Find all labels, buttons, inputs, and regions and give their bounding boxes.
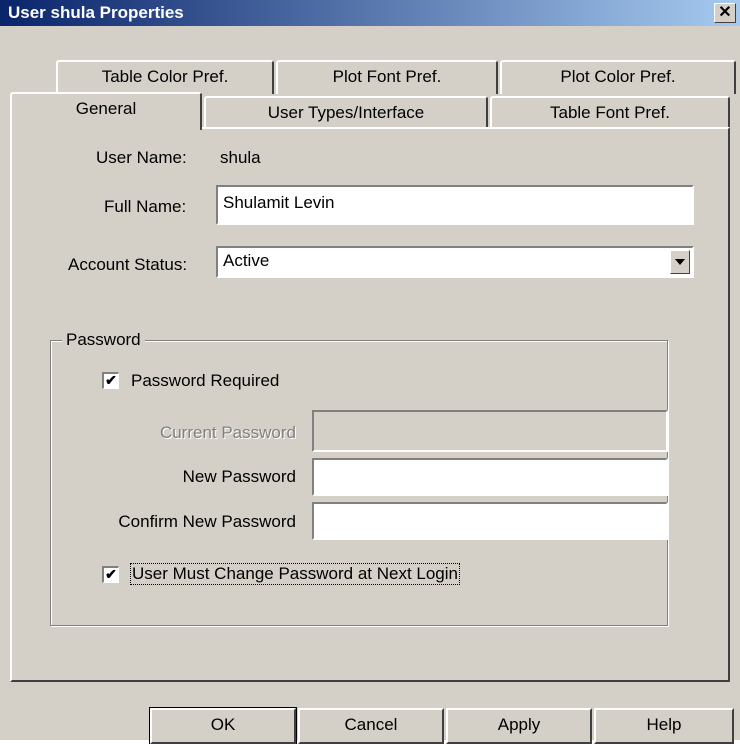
cancel-button-label: Cancel xyxy=(344,715,398,734)
chevron-down-icon xyxy=(675,259,685,265)
user-name-value: shula xyxy=(220,148,261,167)
tab-table-color-pref[interactable]: Table Color Pref. xyxy=(56,60,274,94)
account-status-value: Active xyxy=(223,251,270,270)
tab-label: Table Color Pref. xyxy=(101,67,229,86)
password-required-label[interactable]: Password Required xyxy=(131,371,279,391)
user-name-label: User Name: xyxy=(96,148,187,167)
window-title: User shula Properties xyxy=(8,3,184,22)
ok-button[interactable]: OK xyxy=(149,707,297,744)
current-password-label: Current Password xyxy=(159,423,296,442)
new-password-label: New Password xyxy=(182,467,296,486)
check-icon: ✔ xyxy=(105,372,117,388)
apply-button-label: Apply xyxy=(497,715,541,734)
help-button-label: Help xyxy=(646,715,682,734)
tab-label: Plot Font Pref. xyxy=(332,67,442,86)
close-button[interactable]: ✕ xyxy=(714,3,736,23)
must-change-password-checkbox[interactable]: ✔ xyxy=(102,566,119,583)
account-status-label: Account Status: xyxy=(68,255,188,274)
tab-label: User Types/Interface xyxy=(267,103,425,122)
check-icon: ✔ xyxy=(105,566,117,582)
ok-button-label: OK xyxy=(210,715,236,734)
full-name-label: Full Name: xyxy=(104,197,187,216)
title-bar: User shula Properties ✕ xyxy=(0,0,740,26)
properties-dialog: User shula Properties ✕ Table Color Pref… xyxy=(0,0,740,744)
tab-label: Plot Color Pref. xyxy=(560,67,676,86)
confirm-password-label: Confirm New Password xyxy=(118,512,296,531)
current-password-field xyxy=(312,410,668,452)
help-button[interactable]: Help xyxy=(594,708,734,744)
tab-user-types-interface[interactable]: User Types/Interface xyxy=(204,96,488,127)
must-change-password-label[interactable]: User Must Change Password at Next Login xyxy=(130,563,460,585)
apply-button[interactable]: Apply xyxy=(446,708,592,744)
tab-table-font-pref[interactable]: Table Font Pref. xyxy=(490,96,730,127)
tab-plot-color-pref[interactable]: Plot Color Pref. xyxy=(500,60,736,94)
full-name-field[interactable]: Shulamit Levin xyxy=(216,185,694,225)
full-name-value: Shulamit Levin xyxy=(223,193,335,212)
tab-general[interactable]: General xyxy=(10,92,202,130)
account-status-select[interactable]: Active xyxy=(216,246,694,278)
new-password-field[interactable] xyxy=(312,458,668,496)
tab-label: Table Font Pref. xyxy=(549,103,670,122)
close-icon: ✕ xyxy=(718,4,732,21)
password-group-label: Password xyxy=(62,330,145,350)
tab-label: General xyxy=(75,99,137,118)
confirm-password-field[interactable] xyxy=(312,502,668,540)
dropdown-button[interactable] xyxy=(670,250,690,274)
tab-plot-font-pref[interactable]: Plot Font Pref. xyxy=(276,60,498,94)
cancel-button[interactable]: Cancel xyxy=(298,708,444,744)
password-required-checkbox[interactable]: ✔ xyxy=(102,372,119,389)
